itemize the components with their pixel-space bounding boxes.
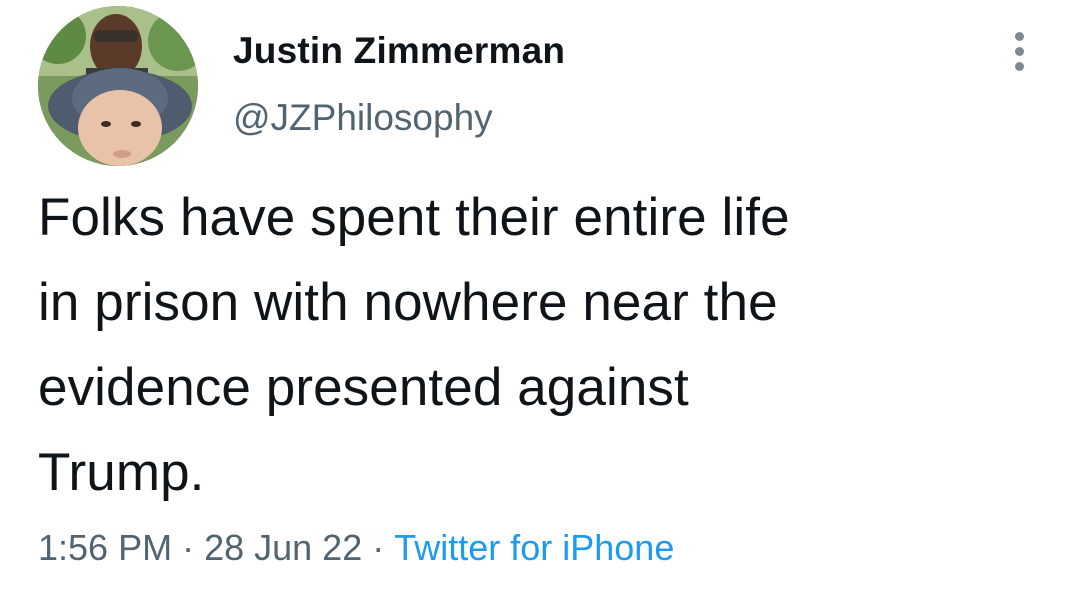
tweet-card: Justin Zimmerman @JZPhilosophy Folks hav… (0, 0, 1080, 607)
meta-separator: · (182, 527, 195, 568)
author-handle[interactable]: @JZPhilosophy (233, 97, 493, 139)
avatar[interactable] (38, 6, 198, 166)
tweet-time[interactable]: 1:56 PM (38, 527, 172, 568)
tweet-meta: 1:56 PM · 28 Jun 22 · Twitter for iPhone (38, 527, 674, 569)
author-display-name[interactable]: Justin Zimmerman (233, 30, 565, 72)
meta-separator: · (372, 527, 385, 568)
tweet-source-link[interactable]: Twitter for iPhone (394, 527, 674, 568)
more-vertical-icon-dot (1015, 62, 1024, 71)
more-options-button[interactable] (1004, 28, 1036, 74)
more-vertical-icon (1015, 32, 1024, 41)
more-vertical-icon-dot (1015, 47, 1024, 56)
tweet-date[interactable]: 28 Jun 22 (204, 527, 362, 568)
avatar-photo-icon (38, 6, 198, 166)
tweet-text: Folks have spent their entire life in pr… (38, 188, 790, 502)
